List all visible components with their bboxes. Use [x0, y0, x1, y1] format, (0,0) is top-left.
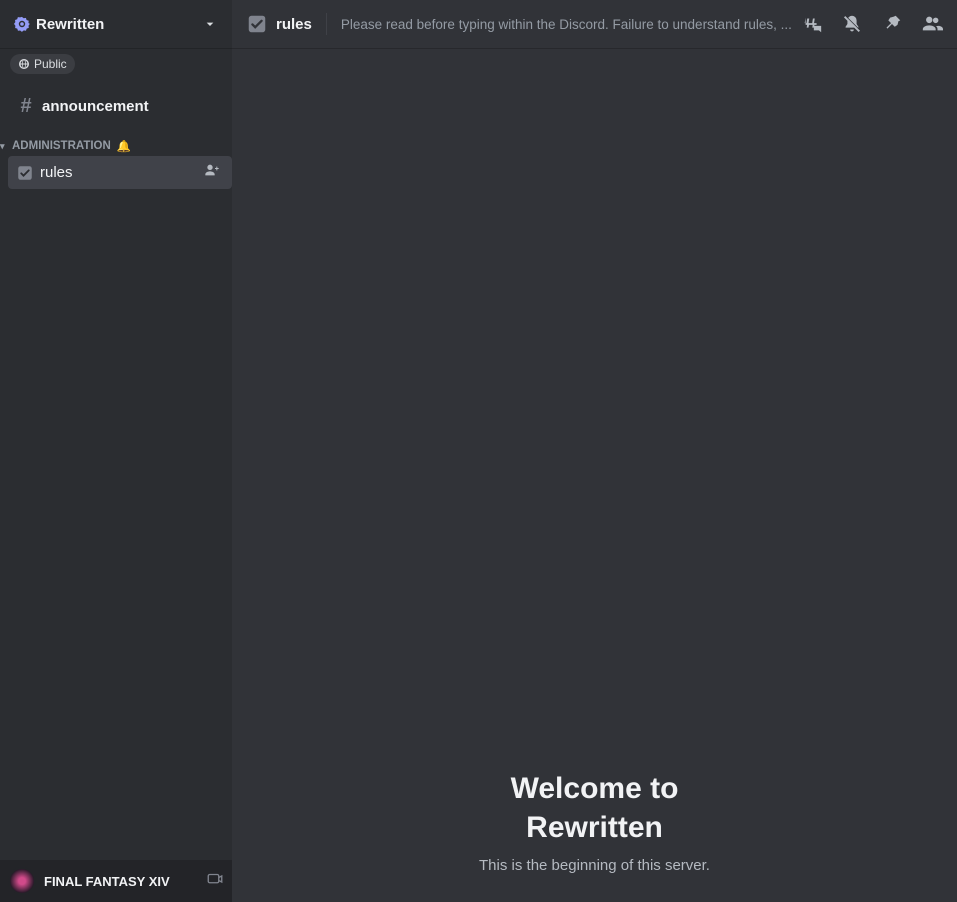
channel-content: Welcome to Rewritten This is the beginni…	[232, 48, 957, 902]
top-bar: rules Please read before typing within t…	[232, 0, 957, 48]
welcome-title: Welcome to Rewritten	[511, 769, 679, 847]
sidebar-footer: FINAL FANTASY XIV	[0, 860, 232, 902]
globe-icon	[18, 58, 30, 70]
welcome-line2: Rewritten	[511, 808, 679, 847]
channel-label: rules	[40, 164, 198, 181]
bell-icon: 🔔	[117, 139, 131, 153]
game-name: FINAL FANTASY XIV	[44, 874, 198, 889]
channel-announcement[interactable]: # announcement	[8, 89, 224, 124]
welcome-subtitle: This is the beginning of this server.	[479, 857, 710, 874]
pin-icon[interactable]	[881, 13, 903, 35]
server-verified-icon	[14, 16, 30, 32]
stream-icon[interactable]	[206, 870, 224, 893]
category-label: ADMINISTRATION	[12, 140, 111, 152]
rules-check-icon	[16, 164, 34, 182]
threads-icon[interactable]	[801, 13, 823, 35]
channel-sidebar: Rewritten Public # announcement ▾ ADMINI…	[0, 0, 232, 902]
top-channel-description[interactable]: Please read before typing within the Dis…	[341, 17, 793, 32]
mute-icon[interactable]	[841, 13, 863, 35]
channel-label: announcement	[42, 98, 216, 115]
welcome-line1: Welcome to	[511, 769, 679, 808]
channel-rules[interactable]: rules	[8, 156, 232, 189]
server-header-title: Rewritten	[14, 16, 104, 33]
main-area: rules Please read before typing within t…	[232, 0, 957, 902]
divider	[326, 13, 327, 35]
top-channel-name: rules	[276, 16, 312, 33]
public-badge-text: Public	[34, 57, 67, 71]
channel-list: # announcement ▾ ADMINISTRATION 🔔 rules	[0, 74, 232, 860]
chevron-down-icon: ▾	[0, 141, 10, 152]
top-actions	[801, 13, 943, 35]
rules-check-icon	[246, 13, 268, 35]
members-icon[interactable]	[921, 13, 943, 35]
server-name: Rewritten	[36, 16, 104, 33]
public-badge[interactable]: Public	[10, 54, 75, 74]
game-avatar[interactable]	[8, 867, 36, 895]
hash-icon: #	[16, 95, 36, 118]
server-header[interactable]: Rewritten	[0, 0, 232, 48]
category-administration[interactable]: ▾ ADMINISTRATION 🔔	[0, 125, 232, 155]
chevron-down-icon	[202, 16, 218, 32]
add-user-icon[interactable]	[204, 162, 224, 183]
